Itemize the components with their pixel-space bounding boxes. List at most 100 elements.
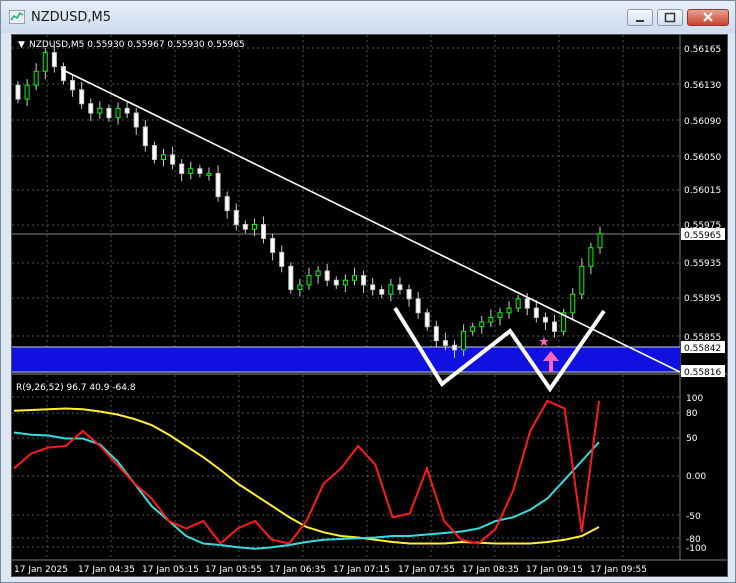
candle [242, 224, 248, 230]
chart-header: NZDUSD,M5 0.55930 0.55967 0.55930 0.5596… [29, 40, 245, 50]
time-tick: 17 Jan 05:55 [205, 565, 262, 575]
title-bar[interactable]: NZDUSD,M5 [1, 1, 735, 33]
candle [370, 284, 376, 291]
price-axis: 0.56165 0.56130 0.56090 0.56050 0.56015 … [684, 45, 721, 343]
candle [597, 233, 603, 249]
maximize-button[interactable] [657, 9, 683, 26]
candle [406, 289, 412, 300]
zone-bottom-label: 0.55816 [684, 368, 721, 378]
candle [206, 172, 212, 176]
candle [315, 270, 321, 277]
price-tick: 0.56165 [684, 45, 721, 55]
indicator-tick: 80 [686, 409, 698, 419]
candle [51, 52, 57, 68]
candle [488, 316, 494, 323]
indicator-tick: 100 [686, 394, 703, 404]
candle [379, 289, 385, 295]
candle [552, 321, 558, 332]
chart-area[interactable]: ▼ NZDUSD,M5 0.55930 0.55967 0.55930 0.55… [11, 34, 728, 577]
candle [461, 330, 467, 351]
candle [351, 275, 357, 281]
close-button[interactable] [687, 9, 729, 26]
price-tick: 0.55895 [684, 294, 721, 304]
time-tick: 17 Jan 2025 [14, 565, 68, 575]
time-tick: 17 Jan 09:55 [590, 565, 647, 575]
candle [233, 210, 239, 226]
indicator-header: R(9,26,52) 96.7 40.9 -64.8 [16, 383, 136, 393]
time-tick: 17 Jan 08:35 [462, 565, 519, 575]
candle [570, 293, 576, 314]
candle [97, 107, 103, 114]
candle [70, 80, 76, 91]
support-zone [12, 347, 680, 372]
price-chart[interactable]: ▼ NZDUSD,M5 0.55930 0.55967 0.55930 0.55… [12, 35, 727, 576]
candle [442, 340, 448, 346]
candle [106, 107, 112, 119]
price-tick: 0.56050 [684, 153, 721, 163]
minimize-icon [636, 20, 644, 22]
chart-app-icon [9, 10, 25, 24]
candle [515, 298, 521, 309]
price-tick: 0.56090 [684, 117, 721, 127]
candle [161, 154, 166, 160]
candle [88, 103, 94, 114]
candle [261, 224, 267, 239]
candle [142, 126, 148, 147]
candle [524, 298, 530, 309]
candle [188, 168, 194, 174]
window-title: NZDUSD,M5 [31, 10, 112, 25]
candle [297, 284, 303, 291]
candle [342, 279, 348, 286]
candle [279, 251, 285, 267]
time-tick: 17 Jan 07:15 [333, 565, 390, 575]
time-tick: 17 Jan 06:35 [269, 565, 326, 575]
candle [306, 275, 312, 286]
chart-window: NZDUSD,M5 ▼ NZDUSD,M5 0.55930 0.55967 0.… [0, 0, 736, 583]
candle [151, 145, 157, 160]
chart-dropdown-icon[interactable]: ▼ [18, 40, 25, 50]
candle [533, 307, 539, 318]
candle [79, 89, 85, 105]
candle [506, 307, 512, 314]
price-tick: 0.55935 [684, 259, 721, 269]
candle [470, 326, 476, 332]
candle [433, 326, 439, 342]
indicator-tick: 0.00 [686, 472, 706, 482]
candle [397, 284, 403, 291]
price-tick: 0.56015 [684, 186, 721, 196]
price-tick: 0.56130 [684, 81, 721, 91]
candle [124, 107, 130, 114]
candle [133, 112, 139, 128]
candle [33, 70, 39, 86]
candle [251, 224, 257, 230]
indicator-tick: -50 [686, 512, 701, 522]
current-price-label: 0.55965 [684, 231, 721, 241]
time-tick: 17 Jan 07:55 [398, 565, 455, 575]
candle [479, 321, 485, 328]
candle [24, 84, 30, 100]
candle [224, 196, 230, 212]
candle [388, 284, 394, 295]
candle [452, 344, 457, 351]
candle [15, 84, 21, 100]
candle [542, 316, 548, 323]
candle [415, 298, 421, 314]
time-tick: 17 Jan 05:15 [142, 565, 199, 575]
indicator-tick: 50 [686, 434, 698, 444]
candle [324, 270, 330, 281]
time-tick: 17 Jan 09:15 [526, 565, 583, 575]
maximize-icon [664, 12, 676, 23]
close-icon [703, 12, 713, 22]
candle [115, 107, 121, 119]
candle [270, 237, 276, 253]
zone-top-label: 0.55842 [684, 344, 721, 354]
candle [170, 154, 176, 165]
candle [497, 312, 503, 318]
candle [361, 275, 367, 286]
candle [197, 168, 203, 174]
indicator-tick: -100 [686, 544, 707, 554]
candle [42, 52, 48, 72]
time-tick: 17 Jan 04:35 [78, 565, 135, 575]
candle [579, 265, 585, 295]
minimize-button[interactable] [627, 9, 653, 26]
